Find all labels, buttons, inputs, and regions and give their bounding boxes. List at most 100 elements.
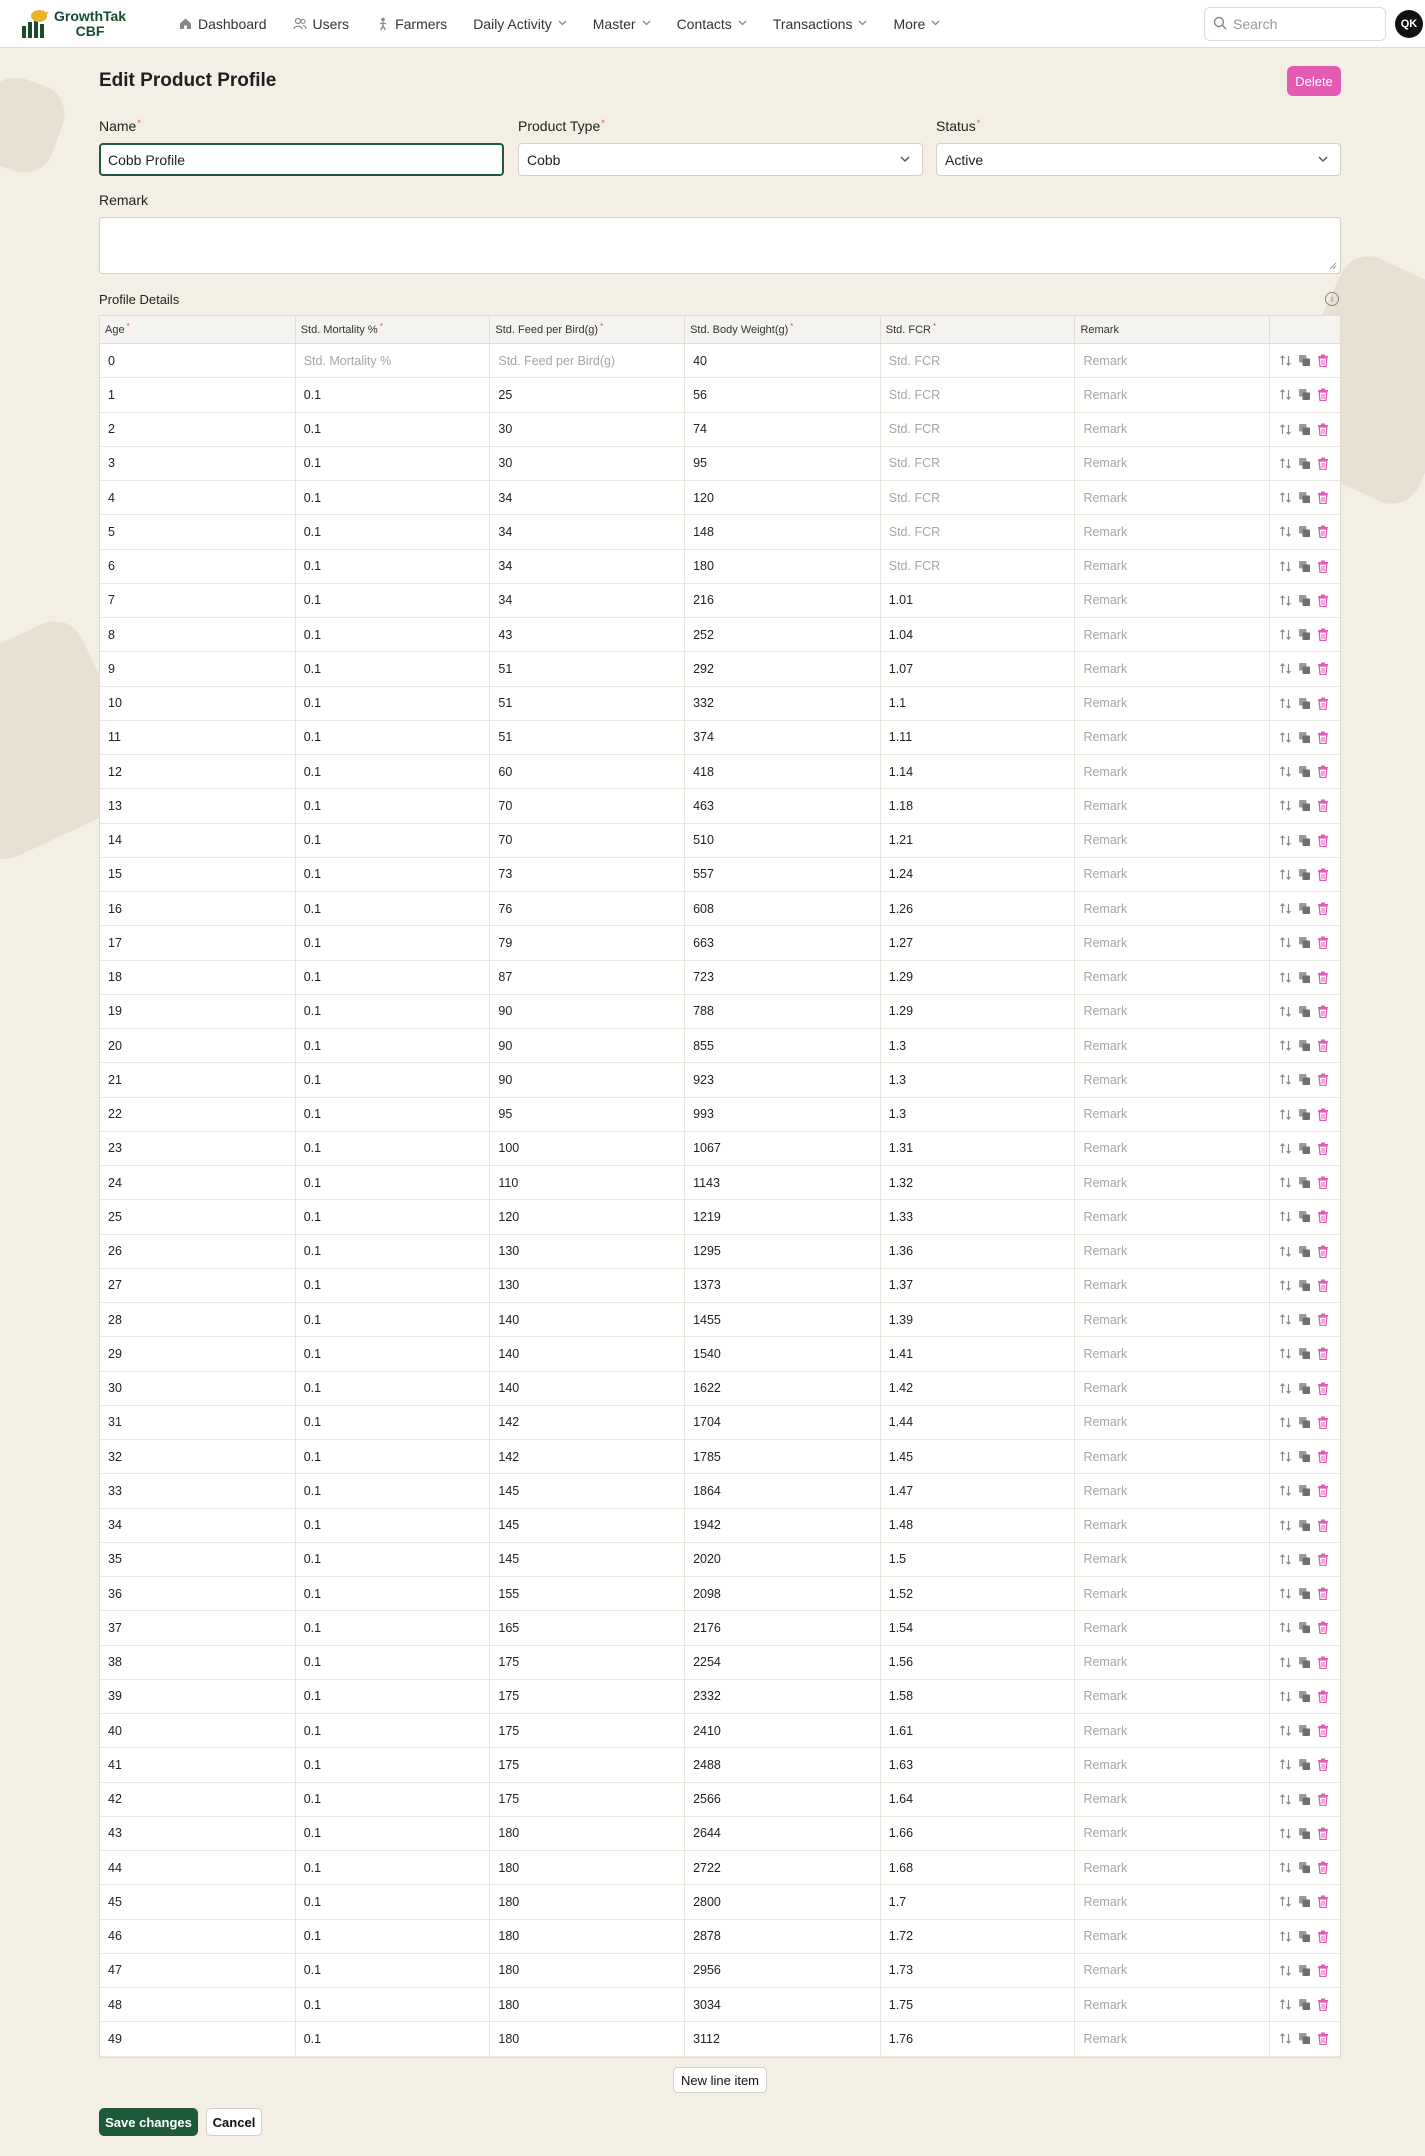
duplicate-icon[interactable] xyxy=(1297,1141,1311,1155)
duplicate-icon[interactable] xyxy=(1297,1347,1311,1361)
mortality-input[interactable]: 0.1 xyxy=(296,892,491,926)
fcr-input[interactable]: Std. FCR xyxy=(881,446,1076,480)
fcr-input[interactable]: 1.04 xyxy=(881,618,1076,652)
duplicate-icon[interactable] xyxy=(1297,388,1311,402)
duplicate-icon[interactable] xyxy=(1297,662,1311,676)
body-weight-input[interactable]: 95 xyxy=(685,446,881,480)
body-weight-input[interactable]: 2566 xyxy=(685,1782,881,1816)
remark-input[interactable]: Remark xyxy=(1075,1097,1271,1131)
reorder-icon[interactable] xyxy=(1278,1073,1292,1087)
mortality-input[interactable]: 0.1 xyxy=(296,378,491,412)
duplicate-icon[interactable] xyxy=(1297,1244,1311,1258)
mortality-input[interactable]: 0.1 xyxy=(296,2022,491,2056)
feed-input[interactable]: 145 xyxy=(490,1542,686,1576)
body-weight-input[interactable]: 2254 xyxy=(685,1645,881,1679)
mortality-input[interactable]: 0.1 xyxy=(296,1063,491,1097)
fcr-input[interactable]: 1.3 xyxy=(881,1063,1076,1097)
mortality-input[interactable]: 0.1 xyxy=(296,1782,491,1816)
mortality-input[interactable]: 0.1 xyxy=(296,481,491,515)
feed-input[interactable]: 165 xyxy=(490,1611,686,1645)
body-weight-input[interactable]: 1373 xyxy=(685,1268,881,1302)
reorder-icon[interactable] xyxy=(1278,696,1292,710)
body-weight-input[interactable]: 374 xyxy=(685,720,881,754)
trash-icon[interactable] xyxy=(1316,1176,1330,1190)
remark-input[interactable]: Remark xyxy=(1075,1337,1271,1371)
feed-input[interactable]: 51 xyxy=(490,652,686,686)
feed-input[interactable]: 175 xyxy=(490,1748,686,1782)
fcr-input[interactable]: 1.29 xyxy=(881,960,1076,994)
fcr-input[interactable]: 1.54 xyxy=(881,1611,1076,1645)
trash-icon[interactable] xyxy=(1316,1141,1330,1155)
trash-icon[interactable] xyxy=(1316,1929,1330,1943)
fcr-input[interactable]: Std. FCR xyxy=(881,344,1076,378)
body-weight-input[interactable]: 2644 xyxy=(685,1816,881,1850)
feed-input[interactable]: 90 xyxy=(490,994,686,1028)
reorder-icon[interactable] xyxy=(1278,1210,1292,1224)
reorder-icon[interactable] xyxy=(1278,1963,1292,1977)
save-button[interactable]: Save changes xyxy=(99,2108,198,2136)
duplicate-icon[interactable] xyxy=(1297,970,1311,984)
remark-input[interactable]: Remark xyxy=(1075,481,1271,515)
mortality-input[interactable]: 0.1 xyxy=(296,789,491,823)
feed-input[interactable]: 140 xyxy=(490,1337,686,1371)
trash-icon[interactable] xyxy=(1316,765,1330,779)
duplicate-icon[interactable] xyxy=(1297,1895,1311,1909)
remark-input[interactable]: Remark xyxy=(1075,1919,1271,1953)
mortality-input[interactable]: 0.1 xyxy=(296,755,491,789)
reorder-icon[interactable] xyxy=(1278,593,1292,607)
reorder-icon[interactable] xyxy=(1278,1758,1292,1772)
name-field[interactable]: Cobb Profile xyxy=(99,143,504,176)
remark-input[interactable]: Remark xyxy=(1075,857,1271,891)
search-input[interactable] xyxy=(1233,16,1373,32)
reorder-icon[interactable] xyxy=(1278,1792,1292,1806)
reorder-icon[interactable] xyxy=(1278,2032,1292,2046)
feed-input[interactable]: 34 xyxy=(490,515,686,549)
reorder-icon[interactable] xyxy=(1278,1689,1292,1703)
body-weight-input[interactable]: 3112 xyxy=(685,2022,881,2056)
mortality-input[interactable]: 0.1 xyxy=(296,1474,491,1508)
body-weight-input[interactable]: 216 xyxy=(685,583,881,617)
trash-icon[interactable] xyxy=(1316,388,1330,402)
remark-input[interactable]: Remark xyxy=(1075,1303,1271,1337)
feed-input[interactable]: 145 xyxy=(490,1508,686,1542)
mortality-input[interactable]: 0.1 xyxy=(296,1508,491,1542)
search-box[interactable] xyxy=(1204,7,1386,41)
feed-input[interactable]: 180 xyxy=(490,1816,686,1850)
fcr-input[interactable]: 1.39 xyxy=(881,1303,1076,1337)
mortality-input[interactable]: 0.1 xyxy=(296,652,491,686)
feed-input[interactable]: 95 xyxy=(490,1097,686,1131)
body-weight-input[interactable]: 855 xyxy=(685,1029,881,1063)
feed-input[interactable]: 30 xyxy=(490,446,686,480)
fcr-input[interactable]: Std. FCR xyxy=(881,515,1076,549)
feed-input[interactable]: 70 xyxy=(490,789,686,823)
fcr-input[interactable]: 1.75 xyxy=(881,1988,1076,2022)
remark-input[interactable]: Remark xyxy=(1075,1577,1271,1611)
body-weight-input[interactable]: 252 xyxy=(685,618,881,652)
remark-input[interactable]: Remark xyxy=(1075,412,1271,446)
trash-icon[interactable] xyxy=(1316,1039,1330,1053)
feed-input[interactable]: 90 xyxy=(490,1063,686,1097)
trash-icon[interactable] xyxy=(1316,1689,1330,1703)
reorder-icon[interactable] xyxy=(1278,833,1292,847)
fcr-input[interactable]: 1.47 xyxy=(881,1474,1076,1508)
feed-input[interactable]: 70 xyxy=(490,823,686,857)
reorder-icon[interactable] xyxy=(1278,799,1292,813)
feed-input[interactable]: 180 xyxy=(490,2022,686,2056)
trash-icon[interactable] xyxy=(1316,1073,1330,1087)
feed-input[interactable]: 180 xyxy=(490,1851,686,1885)
trash-icon[interactable] xyxy=(1316,730,1330,744)
remark-input[interactable]: Remark xyxy=(1075,1508,1271,1542)
remark-input[interactable]: Remark xyxy=(1075,1268,1271,1302)
trash-icon[interactable] xyxy=(1316,1963,1330,1977)
body-weight-input[interactable]: 2410 xyxy=(685,1714,881,1748)
body-weight-input[interactable]: 40 xyxy=(685,344,881,378)
reorder-icon[interactable] xyxy=(1278,1587,1292,1601)
body-weight-input[interactable]: 1067 xyxy=(685,1131,881,1165)
fcr-input[interactable]: 1.64 xyxy=(881,1782,1076,1816)
mortality-input[interactable]: 0.1 xyxy=(296,1885,491,1919)
remark-input[interactable]: Remark xyxy=(1075,1611,1271,1645)
body-weight-input[interactable]: 180 xyxy=(685,549,881,583)
reorder-icon[interactable] xyxy=(1278,422,1292,436)
fcr-input[interactable]: 1.21 xyxy=(881,823,1076,857)
fcr-input[interactable]: 1.72 xyxy=(881,1919,1076,1953)
